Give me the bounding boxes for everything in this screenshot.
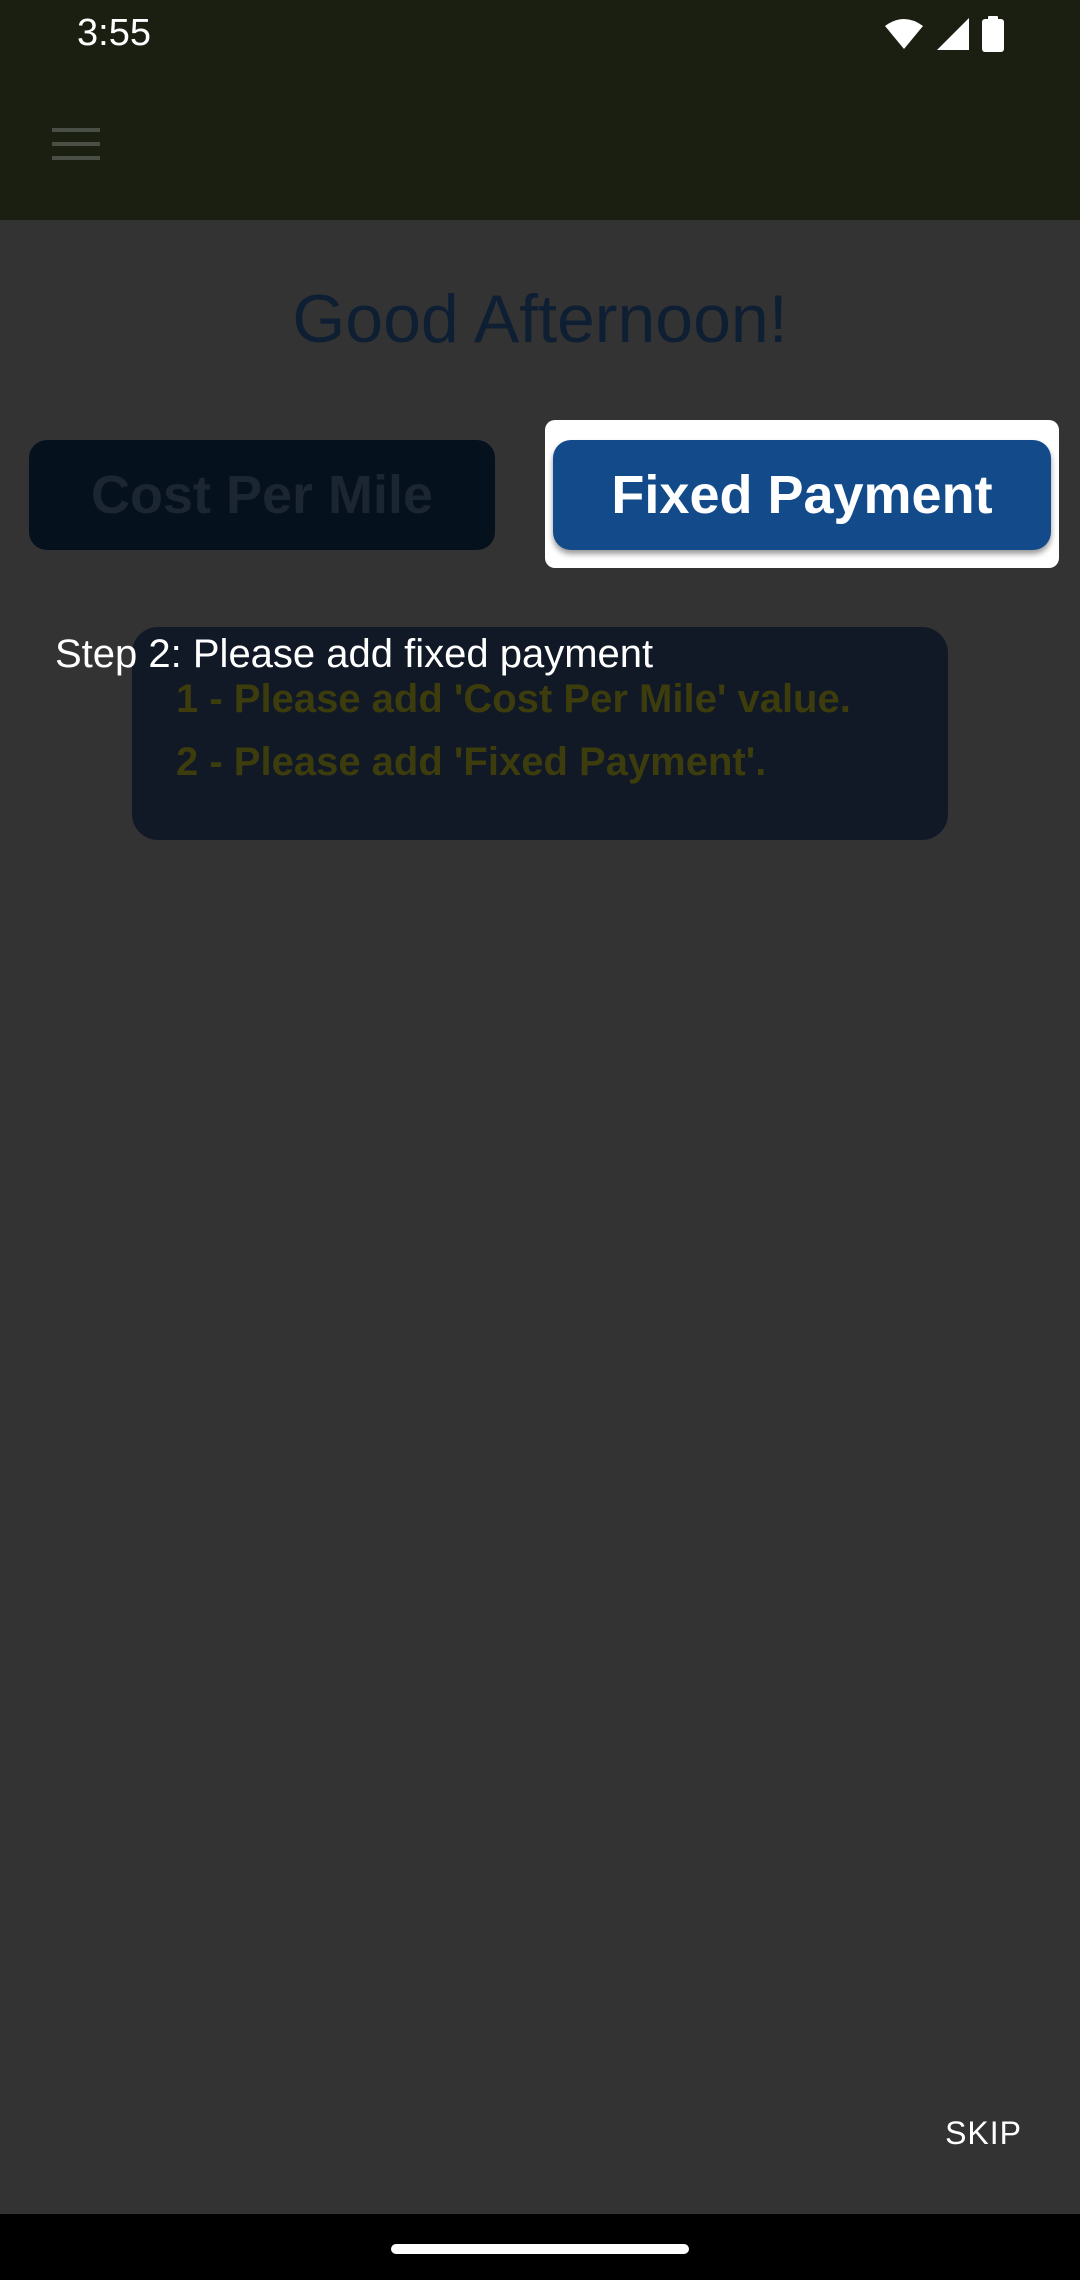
cost-per-mile-button[interactable]: Cost Per Mile [29, 440, 495, 550]
greeting-title: Good Afternoon! [292, 281, 788, 357]
wifi-icon [885, 19, 923, 49]
status-time: 3:55 [77, 12, 151, 54]
instruction-line-1: 1 - Please add 'Cost Per Mile' value. [176, 677, 851, 721]
signal-icon [937, 18, 969, 50]
navigation-bar [0, 2214, 1080, 2280]
status-icons [884, 14, 1004, 54]
tutorial-step-text: Step 2: Please add fixed payment [55, 632, 654, 676]
fixed-payment-button[interactable]: Fixed Payment [553, 440, 1051, 550]
skip-button[interactable]: SKIP [945, 2115, 1022, 2152]
app-bar [0, 72, 1080, 220]
instruction-line-2: 2 - Please add 'Fixed Payment'. [176, 740, 767, 784]
home-indicator[interactable] [391, 2244, 689, 2254]
main-content: Good Afternoon! Cost Per Mile Fixed Paym… [0, 220, 1080, 2214]
battery-icon [982, 16, 1004, 52]
hamburger-menu-icon[interactable] [48, 116, 104, 172]
status-bar: 3:55 [0, 0, 1080, 72]
